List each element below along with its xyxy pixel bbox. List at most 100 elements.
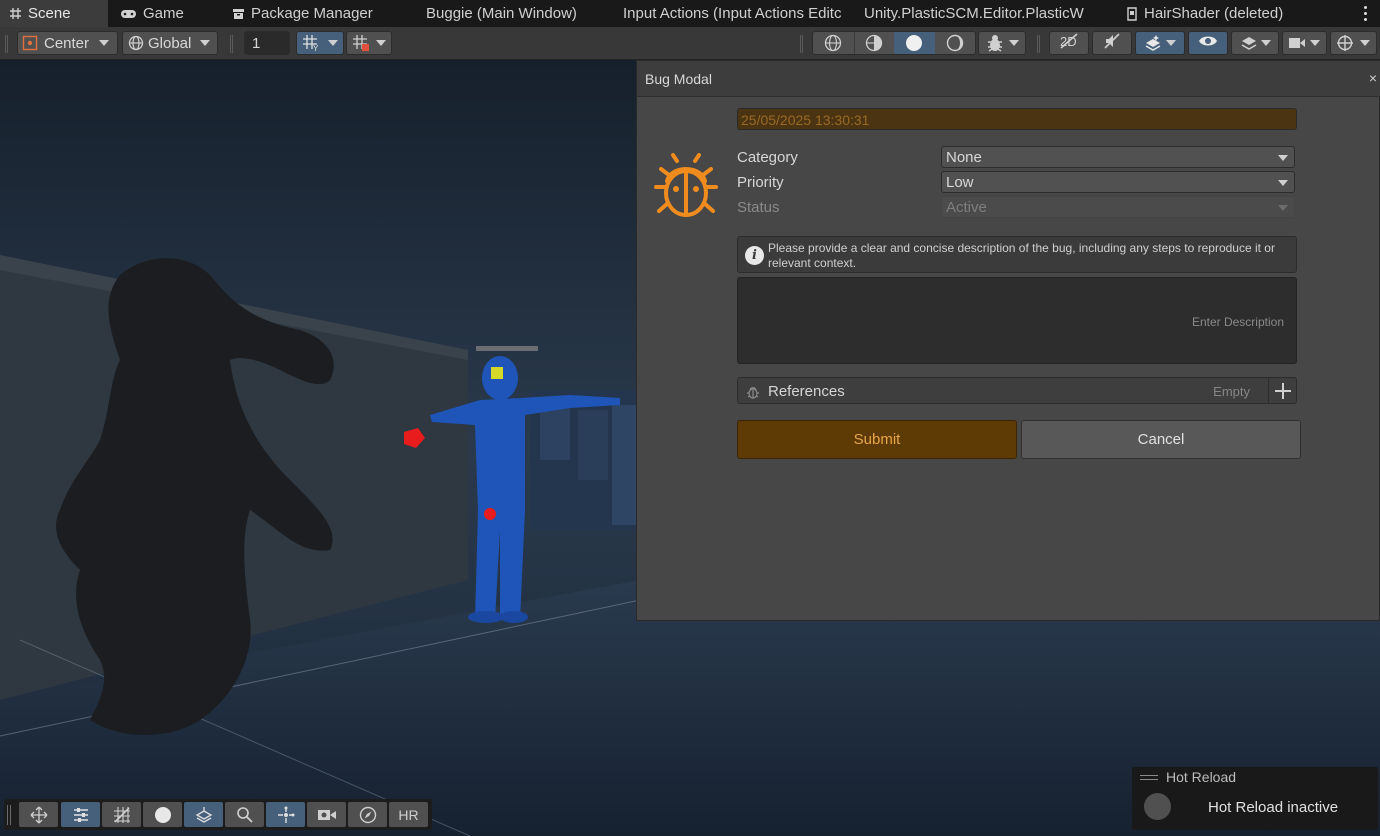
timestamp-field: 25/05/2025 13:30:31 <box>737 108 1297 130</box>
tab-package-manager[interactable]: Package Manager <box>220 0 400 27</box>
cancel-button[interactable]: Cancel <box>1021 420 1301 459</box>
wireframe-icon[interactable] <box>813 32 854 54</box>
chevron-down-icon <box>1278 155 1288 161</box>
chevron-down-icon <box>1310 40 1320 46</box>
priority-dropdown[interactable]: Low <box>941 171 1295 193</box>
gamepad-icon <box>120 7 137 20</box>
shading-mode-group <box>812 31 976 55</box>
submit-button[interactable]: Submit <box>737 420 1017 459</box>
status-value: Active <box>946 199 987 216</box>
hot-reload-overlay: Hot Reload Hot Reload inactive <box>1132 767 1378 830</box>
compass-icon[interactable] <box>348 802 387 827</box>
pivot-mode-dropdown[interactable]: Center <box>17 31 118 55</box>
camera-icon <box>1288 36 1306 50</box>
tab-hairshader[interactable]: HairShader (deleted) <box>1118 0 1328 27</box>
shaded-icon[interactable] <box>894 32 935 54</box>
pivot-rotation-dropdown[interactable]: Global <box>122 31 218 55</box>
chevron-down-icon <box>1009 40 1019 46</box>
orientation-icon[interactable] <box>266 802 305 827</box>
tab-game[interactable]: Game <box>108 0 220 27</box>
scene-toolbar: Center Global 1 Y <box>0 27 1380 60</box>
package-icon <box>232 7 245 20</box>
chevron-down-icon <box>1166 40 1176 46</box>
close-icon[interactable]: × <box>1369 70 1377 86</box>
layers-overlay-icon[interactable] <box>184 802 223 827</box>
toolbar-separator <box>1037 35 1040 53</box>
camera-preview-icon[interactable] <box>307 802 346 827</box>
toolbar-grip[interactable] <box>5 35 8 53</box>
effects-layers-icon <box>1144 34 1162 52</box>
add-reference-icon[interactable] <box>1268 378 1296 403</box>
pivot-center-icon <box>22 35 38 51</box>
drag-handle-icon[interactable] <box>1140 775 1158 780</box>
chevron-down-icon <box>1278 180 1288 186</box>
chevron-down-icon <box>376 40 386 46</box>
chevron-down-icon <box>99 40 110 46</box>
search-icon[interactable] <box>225 802 264 827</box>
svg-text:Y: Y <box>313 44 319 52</box>
gizmos-dropdown[interactable] <box>1330 31 1377 55</box>
bug-icon <box>653 151 719 219</box>
grid-icon <box>9 7 22 20</box>
gizmos-icon <box>1336 34 1354 52</box>
tab-label: Game <box>143 5 184 22</box>
layers-dropdown[interactable] <box>1231 31 1279 55</box>
priority-label: Priority <box>737 174 784 191</box>
shaded-sphere-icon[interactable] <box>143 802 182 827</box>
toolbar-separator <box>230 35 233 53</box>
status-label: Status <box>737 199 780 216</box>
scene-visibility-toggle[interactable] <box>1188 31 1228 55</box>
tab-label: Input Actions (Input Actions Editc <box>623 5 842 22</box>
modal-title: Bug Modal <box>645 71 712 87</box>
priority-value: Low <box>946 174 974 191</box>
pivot-rotation-label: Global <box>148 34 192 52</box>
snap-grid-icon <box>352 34 370 52</box>
category-value: None <box>946 149 982 166</box>
eye-icon <box>1198 34 1218 52</box>
tab-label: Buggie (Main Window) <box>426 5 577 22</box>
tab-scene[interactable]: Scene <box>0 0 108 27</box>
bug-outline-icon <box>746 385 760 399</box>
tab-plastic-scm[interactable]: Unity.PlasticSCM.Editor.PlasticW <box>856 0 1118 27</box>
modal-header[interactable]: Bug Modal × <box>637 61 1380 97</box>
tool-settings-icon[interactable] <box>61 802 100 827</box>
camera-settings-dropdown[interactable] <box>1282 31 1327 55</box>
shaded-wireframe-icon[interactable] <box>853 32 895 54</box>
category-dropdown[interactable]: None <box>941 146 1295 168</box>
lighting-toggle[interactable]: 2D <box>1049 31 1089 55</box>
overlay-grip[interactable] <box>7 805 11 825</box>
shader-icon <box>1126 7 1138 21</box>
bug-icon <box>985 33 1005 53</box>
tab-buggie[interactable]: Buggie (Main Window) <box>400 0 597 27</box>
description-textarea[interactable]: Enter Description <box>737 277 1297 364</box>
references-foldout[interactable]: References Empty <box>737 377 1297 404</box>
more-options-icon[interactable] <box>1360 4 1370 22</box>
grid-visibility-toggle[interactable]: Y <box>296 31 344 55</box>
info-icon: i <box>745 246 764 265</box>
audio-toggle[interactable] <box>1092 31 1132 55</box>
status-dropdown: Active <box>941 196 1295 218</box>
effects-dropdown[interactable] <box>1135 31 1185 55</box>
hr-button[interactable]: HR <box>389 802 428 827</box>
editor-tab-bar: Scene Game Package Manager Buggie (Main … <box>0 0 1380 27</box>
lighting-off-icon: 2D <box>1059 32 1079 54</box>
grid-snapping-icon[interactable] <box>102 802 141 827</box>
grid-y-icon: Y <box>302 34 320 53</box>
references-label: References <box>768 383 845 400</box>
tab-label: HairShader (deleted) <box>1144 5 1284 22</box>
tab-label: Scene <box>28 5 71 22</box>
move-tool-icon[interactable] <box>19 802 58 827</box>
hot-reload-status: Hot Reload inactive <box>1208 799 1339 816</box>
audio-mute-icon <box>1103 32 1121 54</box>
chevron-down-icon <box>1261 40 1271 46</box>
unlit-icon[interactable] <box>935 32 976 54</box>
globe-icon <box>128 35 144 51</box>
tab-input-actions[interactable]: Input Actions (Input Actions Editc <box>597 0 856 27</box>
grid-snap-value: 1 <box>252 34 261 52</box>
toolbar-separator <box>800 35 803 53</box>
grid-snap-input[interactable]: 1 <box>244 31 290 55</box>
debug-draw-mode-dropdown[interactable] <box>978 31 1026 55</box>
hot-reload-status-indicator[interactable] <box>1144 793 1171 820</box>
snap-increment-toggle[interactable] <box>346 31 392 55</box>
tab-label: Package Manager <box>251 5 373 22</box>
